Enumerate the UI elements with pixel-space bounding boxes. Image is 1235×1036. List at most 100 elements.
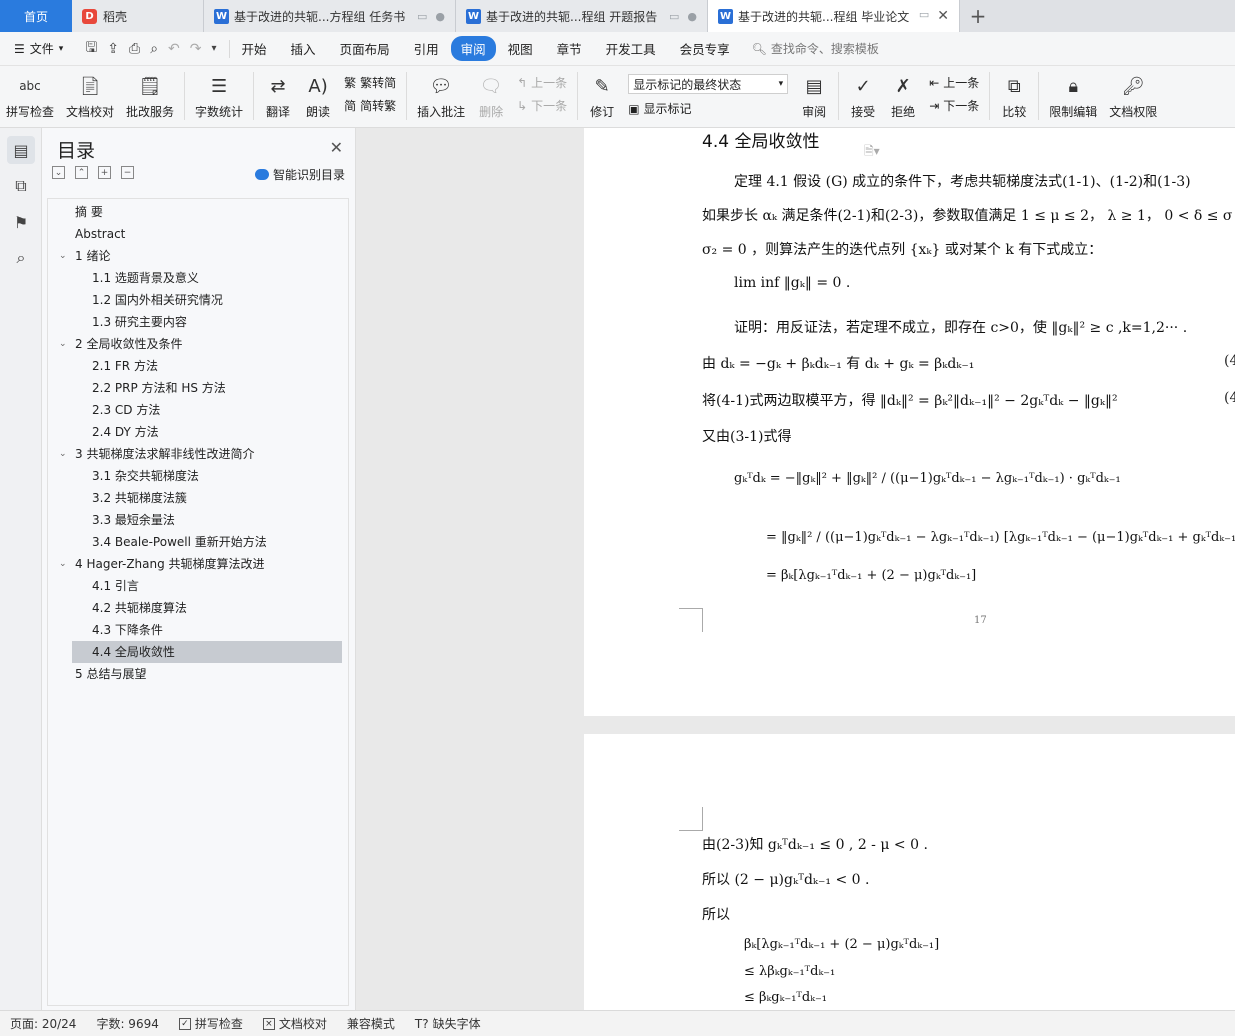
toc-item[interactable]: 1.3 研究主要内容 <box>48 311 348 333</box>
tab-doc-proposal[interactable]: W 基于改进的共轭...程组 开题报告 ▭ ● <box>456 0 708 32</box>
toc-item[interactable]: 4.1 引言 <box>48 575 348 597</box>
bookmark-icon[interactable]: ⚑ <box>7 208 35 236</box>
batch-service-button[interactable]: 🗒︎ 批改服务 <box>120 66 180 120</box>
wps-writer-icon: W <box>718 8 733 24</box>
chevron-down-icon[interactable]: ⌄ <box>59 333 67 355</box>
restrict-edit-button[interactable]: 🔒︎ 限制编辑 <box>1043 66 1103 120</box>
delete-comment-button[interactable]: 🗨︎ 删除 <box>471 66 511 120</box>
toc-item[interactable]: 5 总结与展望 <box>48 663 348 685</box>
file-menu[interactable]: ☰ 文件 ▾ <box>0 40 73 57</box>
toc-item[interactable]: 2.3 CD 方法 <box>48 399 348 421</box>
chevron-down-icon[interactable]: ⌄ <box>59 553 67 575</box>
toc-item[interactable]: ⌄ 2 全局收敛性及条件 <box>48 333 348 355</box>
expand-all-icon[interactable]: + <box>98 166 111 179</box>
new-tab-button[interactable]: + <box>960 0 996 32</box>
insert-comment-button[interactable]: 💬︎ 插入批注 <box>411 66 471 120</box>
menu-section[interactable]: 章节 <box>545 39 594 58</box>
translate-button[interactable]: ⇄ 翻译 <box>258 66 298 120</box>
prev-comment-button[interactable]: ↰ 上一条 <box>517 74 567 91</box>
toc-item[interactable]: ⌄ 1 绪论 <box>48 245 348 267</box>
menu-layout[interactable]: 页面布局 <box>328 39 402 58</box>
menu-view[interactable]: 视图 <box>496 39 545 58</box>
accept-button[interactable]: ✓ 接受 <box>843 66 883 120</box>
revise-button[interactable]: ✎ 修订 <box>582 66 622 120</box>
toc-item[interactable]: 3.1 杂交共轭梯度法 <box>48 465 348 487</box>
paragraph-menu-icon[interactable]: 🗎︎▾ <box>864 142 880 163</box>
toc-item[interactable]: 3.3 最短余量法 <box>48 509 348 531</box>
menu-member[interactable]: 会员专享 <box>668 39 742 58</box>
word-count[interactable]: 字数: 9694 <box>86 1015 168 1032</box>
menu-reference[interactable]: 引用 <box>402 39 451 58</box>
preview-icon[interactable]: ⌕ <box>150 41 158 57</box>
chevron-down-icon[interactable]: ⌄ <box>59 443 67 465</box>
toc-icon[interactable]: ▤ <box>7 136 35 164</box>
markup-state-select[interactable]: 显示标记的最终状态 ▾ <box>628 74 789 94</box>
revision-nav-group: ⇤ 上一条 ⇥ 下一条 <box>923 66 985 114</box>
tab-home[interactable]: 首页 <box>0 0 72 32</box>
undo-icon[interactable]: ↶ <box>168 41 180 57</box>
menu-devtools[interactable]: 开发工具 <box>594 39 668 58</box>
chevron-down-icon[interactable]: ⌄ <box>59 245 67 267</box>
collapse-all-icon[interactable]: − <box>121 166 134 179</box>
trad-to-simp-button[interactable]: 繁繁转简 <box>344 74 396 91</box>
toc-item[interactable]: ⌄ 3 共轭梯度法求解非线性改进简介 <box>48 443 348 465</box>
toc-item[interactable]: 3.2 共轭梯度法簇 <box>48 487 348 509</box>
sync-icon[interactable]: ▭ <box>669 10 679 23</box>
status-doc-proof[interactable]: × 文档校对 <box>253 1015 337 1032</box>
tab-doc-thesis[interactable]: W 基于改进的共轭...程组 毕业论文 ▭ ✕ <box>708 0 960 32</box>
toc-item[interactable]: 2.1 FR 方法 <box>48 355 348 377</box>
page-indicator[interactable]: 页面: 20/24 <box>0 1015 86 1032</box>
toc-item[interactable]: 1.2 国内外相关研究情况 <box>48 289 348 311</box>
more-icon[interactable]: ▾ <box>212 43 217 54</box>
tab-doc-task[interactable]: W 基于改进的共轭...方程组 任务书 ▭ ● <box>204 0 456 32</box>
compare-button[interactable]: ⧉ 比较 <box>994 66 1034 120</box>
doc-permission-button[interactable]: 🔑︎ 文档权限 <box>1103 66 1163 120</box>
toc-item[interactable]: 4.3 下降条件 <box>48 619 348 641</box>
tab-draft[interactable]: D 稻壳 <box>72 0 204 32</box>
expand-one-icon[interactable]: ⌃ <box>75 166 88 179</box>
read-aloud-button[interactable]: A) 朗读 <box>298 66 338 120</box>
next-revision-button[interactable]: ⇥ 下一条 <box>929 97 979 114</box>
toc-item[interactable]: 2.4 DY 方法 <box>48 421 348 443</box>
export-icon[interactable]: ⇪ <box>107 41 119 57</box>
menu-insert[interactable]: 插入 <box>279 39 328 58</box>
toc-item[interactable]: Abstract <box>48 223 348 245</box>
toc-item[interactable]: ⌄ 4 Hager-Zhang 共轭梯度算法改进 <box>48 553 348 575</box>
menu-review[interactable]: 审阅 <box>450 36 496 61</box>
review-pane-button[interactable]: ▤ 审阅 <box>794 66 834 120</box>
toc-item-label: 1 绪论 <box>75 249 111 263</box>
missing-font-icon: T? <box>414 1016 429 1031</box>
word-count-button[interactable]: ☰ 字数统计 <box>189 66 249 120</box>
missing-font[interactable]: T? 缺失字体 <box>405 1015 491 1032</box>
print-icon[interactable]: ⎙ <box>129 41 140 57</box>
close-icon[interactable]: ✕ <box>937 8 949 24</box>
prev-revision-button[interactable]: ⇤ 上一条 <box>929 74 979 91</box>
toc-item[interactable]: 4.2 共轭梯度算法 <box>48 597 348 619</box>
toc-item[interactable]: 4.4 全局收敛性 <box>72 641 342 663</box>
menu-start[interactable]: 开始 <box>230 39 279 58</box>
simp-to-trad-button[interactable]: 简简转繁 <box>344 97 396 114</box>
outline-icon[interactable]: ⧉ <box>7 172 35 200</box>
ai-toc-button[interactable]: 智能识别目录 <box>254 166 345 183</box>
reject-button[interactable]: ✗ 拒绝 <box>883 66 923 120</box>
close-icon[interactable]: ✕ <box>330 138 343 157</box>
toc-item[interactable]: 1.1 选题背景及意义 <box>48 267 348 289</box>
sync-icon[interactable]: ▭ <box>417 10 427 23</box>
collapse-one-icon[interactable]: ⌄ <box>52 166 65 179</box>
save-icon[interactable]: 🖫 <box>85 37 97 61</box>
redo-icon[interactable]: ↷ <box>190 41 202 57</box>
chinese-convert-group: 繁繁转简 简简转繁 <box>338 66 402 114</box>
status-spell-check[interactable]: ✓ 拼写检查 <box>169 1015 253 1032</box>
sync-icon[interactable]: ▭ <box>919 8 929 24</box>
next-comment-button[interactable]: ↳ 下一条 <box>517 97 567 114</box>
toc-item[interactable]: 2.2 PRP 方法和 HS 方法 <box>48 377 348 399</box>
doc-proof-button[interactable]: 📄︎ 文档校对 <box>60 66 120 120</box>
toc-item[interactable]: 摘 要 <box>48 201 348 223</box>
show-markup-button[interactable]: ▣ 显示标记 <box>628 100 788 117</box>
accept-label: 接受 <box>851 105 876 119</box>
chevron-down-icon: ▾ <box>58 43 64 54</box>
search-icon[interactable]: ⌕ <box>7 244 35 272</box>
toc-item[interactable]: 3.4 Beale-Powell 重新开始方法 <box>48 531 348 553</box>
command-search[interactable]: 🔍︎ 查找命令、搜索模板 <box>742 40 879 57</box>
spell-check-button[interactable]: abc 拼写检查 <box>0 66 60 120</box>
